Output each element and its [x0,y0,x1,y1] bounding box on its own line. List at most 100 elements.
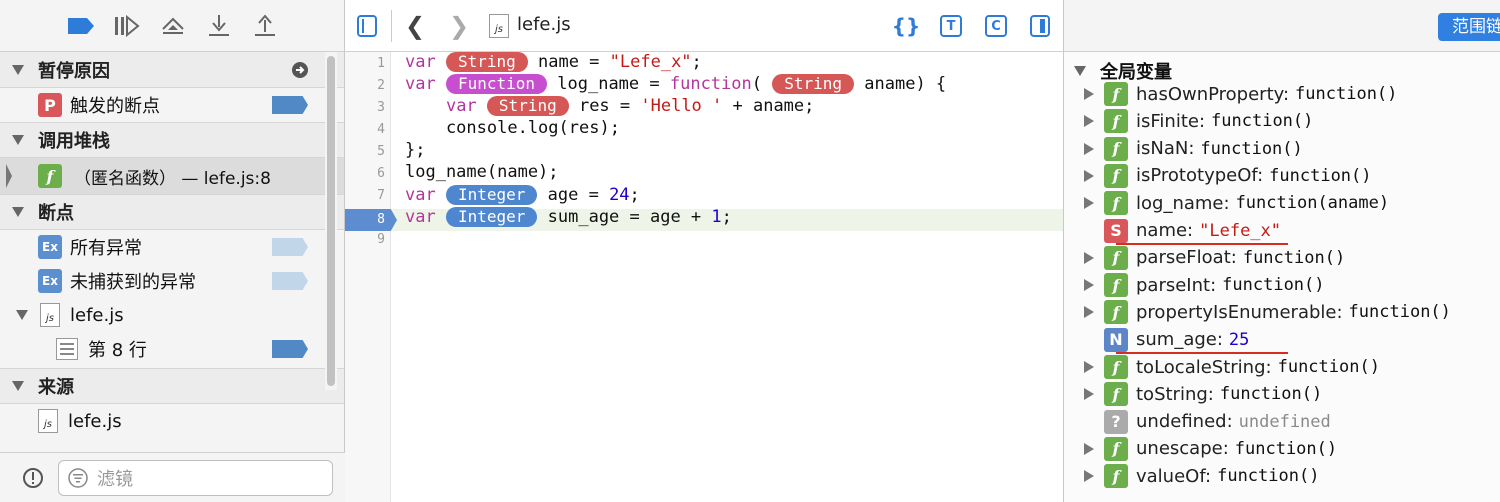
disclosure-closed-icon [1084,334,1094,346]
disclosure-closed-icon[interactable] [1084,142,1094,155]
line-number[interactable]: 6 [345,166,391,181]
type-annotation-integer: Integer [445,185,538,205]
step-into-button[interactable] [204,11,234,41]
disclosure-open-icon[interactable] [16,310,28,320]
disclosure-closed-icon[interactable] [1084,388,1094,401]
exclamation-icon[interactable] [22,467,44,489]
filter-input[interactable]: 滤镜 [58,459,333,496]
variable-row[interactable]: f log_name: function(aname) [1084,190,1389,216]
variable-name: propertyIsEnumerable: [1136,301,1343,323]
disclosure-closed-icon[interactable] [1084,306,1094,319]
variable-row[interactable]: f parseInt: function() [1084,272,1325,298]
variable-value: undefined [1238,411,1331,432]
back-chevron-icon[interactable]: ❮ [405,12,425,40]
go-arrow-icon[interactable] [291,61,309,79]
disclosure-closed-icon[interactable] [1084,279,1094,292]
call-stack-frame[interactable]: f （匿名函数） — lefe.js:8 [0,158,344,194]
disclosure-open-icon[interactable] [1074,66,1086,76]
breakpoint-marker-line-8[interactable]: 8 [345,209,397,231]
disclosure-closed-icon[interactable] [1084,197,1094,210]
variable-type-badge-icon: ? [1104,409,1128,434]
disclosure-closed-icon[interactable] [1084,251,1094,264]
scope-panel: 范围链 全局变量 f hasOwnProperty: function() f isFi… [1064,0,1500,502]
variable-value: function() [1295,84,1398,104]
breakpoint-tag-icon[interactable] [272,272,308,290]
disclosure-closed-icon[interactable] [1084,115,1094,128]
disclosure-open-icon[interactable] [12,135,24,145]
line-number[interactable]: 4 [345,122,391,137]
variable-name: parseInt: [1136,274,1217,296]
disclosure-closed-icon[interactable] [1084,88,1094,100]
line-number[interactable]: 1 [345,56,391,71]
variable-row[interactable]: f unescape: function() [1084,436,1337,462]
variable-name: toLocaleString: [1136,356,1272,378]
section-pause-reason[interactable]: 暂停原因 [0,52,344,88]
code-line-8[interactable]: var Integer sum_age = age + 1; [405,207,732,227]
variable-row[interactable]: Nsum_age: 25 [1084,327,1249,353]
variable-row[interactable]: f propertyIsEnumerable: function() [1084,299,1451,325]
line-number[interactable]: 3 [345,100,391,115]
pause-reason-item[interactable]: P 触发的断点 [0,88,344,122]
variable-row[interactable]: f toLocaleString: function() [1084,354,1380,380]
scope-chain-button[interactable]: 范围链 [1438,13,1500,41]
code-line-2[interactable]: var Function log_name = function( String… [405,74,946,94]
breakpoint-tag-icon[interactable] [272,340,308,358]
source-file-lefe-js[interactable]: js lefe.js [0,404,344,438]
breakpoint-uncaught-exceptions[interactable]: Ex 未捕获到的异常 [0,264,344,298]
disclosure-open-icon[interactable] [12,381,24,391]
line-number-gutter[interactable] [345,52,391,502]
breakpoint-tag-icon[interactable] [272,238,308,256]
code-line-7[interactable]: var Integer age = 24; [405,185,640,205]
breakpoint-all-exceptions[interactable]: Ex 所有异常 [0,230,344,264]
line-number[interactable]: 5 [345,144,391,159]
continue-button[interactable] [112,11,142,41]
disclosure-open-icon[interactable] [12,207,24,217]
variable-row[interactable]: f hasOwnProperty: function() [1084,81,1397,107]
section-breakpoints[interactable]: 断点 [0,194,344,230]
step-over-button[interactable] [158,11,188,41]
breakpoint-file-lefe-js[interactable]: js lefe.js [0,298,344,332]
variable-row[interactable]: f toString: function() [1084,381,1322,407]
variable-row[interactable]: ? undefined: undefined [1084,409,1331,435]
navigation-sidebar-toggle-icon[interactable] [357,15,377,37]
disclosure-closed-icon[interactable] [1084,361,1094,373]
line-number[interactable]: 7 [345,188,391,203]
scrollbar-thumb[interactable] [327,56,335,386]
variable-row[interactable]: f parseFloat: function() [1084,245,1345,271]
variable-value: function() [1200,138,1303,159]
variable-row[interactable]: f isFinite: function() [1084,108,1313,134]
forward-chevron-icon[interactable]: ❯ [449,12,469,40]
disclosure-open-icon[interactable] [12,64,24,75]
code-coverage-icon[interactable]: C [985,15,1007,37]
sidebar-scrollbar[interactable] [325,52,337,390]
code-line-3[interactable]: var String res = 'Hello ' + aname; [405,96,814,116]
variable-row[interactable]: Sname: "Lefe_x" [1084,218,1281,244]
variable-row[interactable]: f valueOf: function() [1084,463,1319,489]
filter-icon [68,467,88,488]
line-number[interactable]: 2 [345,78,391,93]
section-sources[interactable]: 来源 [0,368,344,404]
code-line-1[interactable]: var String name = "Lefe_x"; [405,52,702,72]
variable-row[interactable]: f isPrototypeOf: function() [1084,163,1372,189]
line-number[interactable]: 9 [345,232,391,247]
variable-type-badge-icon: f [1104,109,1128,134]
disclosure-closed-icon[interactable] [1084,169,1094,182]
section-call-stack[interactable]: 调用堆栈 [0,122,344,158]
details-sidebar-toggle-icon[interactable] [1030,15,1050,37]
code-line-4[interactable]: console.log(res); [405,118,620,138]
breakpoints-toggle-button[interactable] [66,11,96,41]
pretty-print-icon[interactable]: {} [892,14,920,38]
step-out-button[interactable] [250,11,280,41]
breakpoint-tag-icon[interactable] [272,96,308,114]
variable-row[interactable]: f isNaN: function() [1084,136,1303,162]
disclosure-closed-icon[interactable] [1084,442,1094,455]
breakpoint-line-8[interactable]: 第 8 行 [0,332,344,366]
variable-value: function(aname) [1235,193,1390,214]
code-line-5[interactable]: }; [405,140,425,160]
step-over-icon [162,17,184,34]
type-profiler-icon[interactable]: T [940,15,962,37]
disclosure-closed-icon[interactable] [1084,470,1094,483]
variable-name: valueOf: [1136,465,1212,487]
code-line-6[interactable]: log_name(name); [405,162,559,182]
js-file-icon: js [38,409,58,433]
